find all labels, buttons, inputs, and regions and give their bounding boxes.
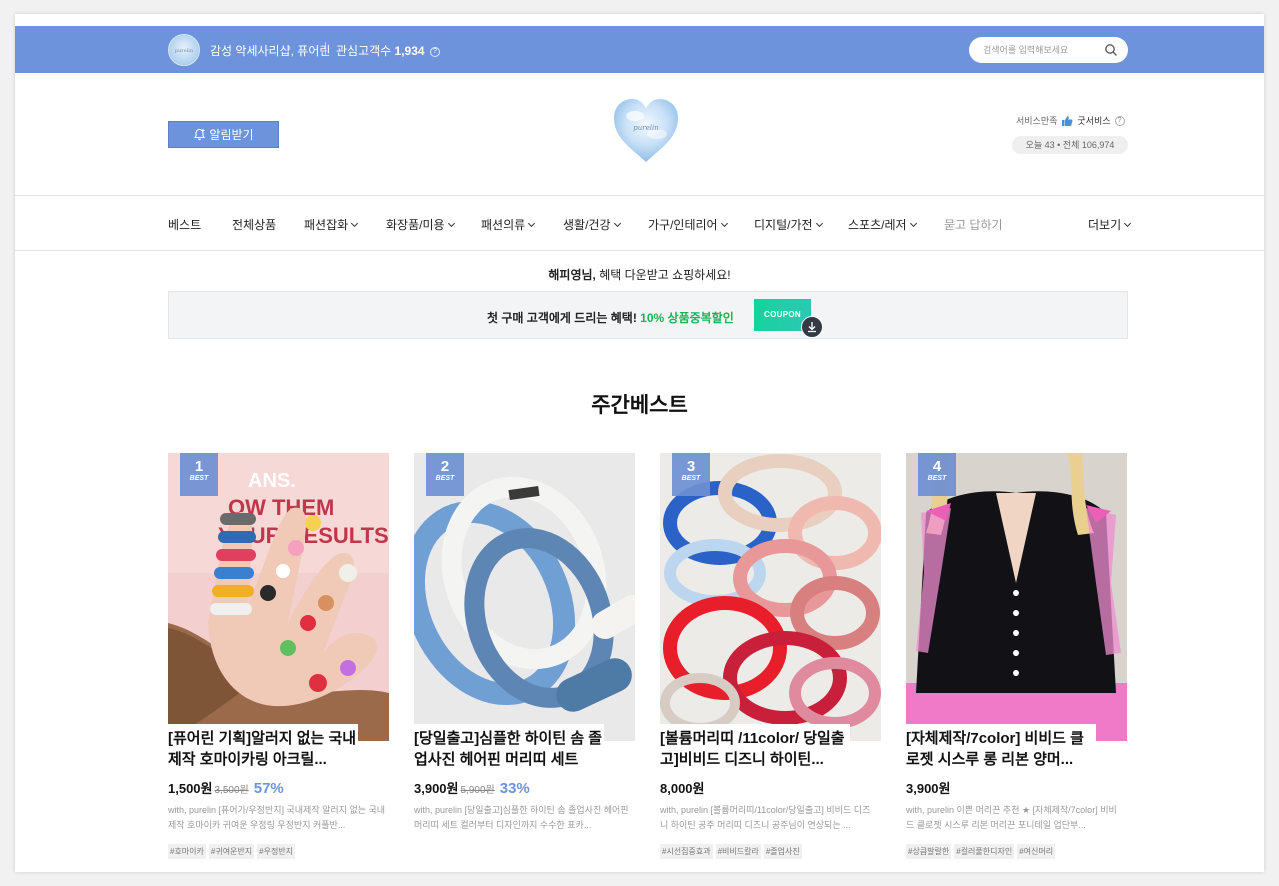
nav-item-beauty[interactable]: 화장품/미용 — [386, 216, 455, 233]
search-icon[interactable] — [1104, 43, 1118, 57]
product-tags: #호마이카 #귀여운반지 #우정반지 — [168, 844, 296, 859]
product-title[interactable]: [퓨어린 기획]알러지 없는 국내제작 호마이카링 아크릴... — [168, 724, 358, 774]
service-label: 서비스만족 — [1016, 116, 1058, 126]
tag[interactable]: #비비드칼라 — [715, 844, 761, 859]
nav-item-qna[interactable]: 묻고 답하기 — [944, 216, 1003, 233]
product-title[interactable]: [볼륨머리띠 /11color/ 당일출고]비비드 디즈니 하이틴... — [660, 724, 850, 774]
help-icon[interactable]: ? — [429, 46, 440, 57]
visitors-count: 1,934 — [394, 44, 425, 58]
product-description: with, purelin [퓨어가/우정반지] 국내제작 알러지 없는 국내제… — [168, 805, 386, 830]
original-price: 3,500원 — [214, 785, 249, 796]
chevron-down-icon — [528, 219, 536, 228]
notify-button[interactable]: 알림받기 — [168, 121, 279, 148]
original-price: 5,900원 — [460, 785, 495, 796]
service-value: 굿서비스 — [1077, 116, 1111, 126]
svg-text:ANS.: ANS. — [248, 470, 296, 492]
header-divider — [325, 42, 326, 55]
nav-item-all[interactable]: 전체상품 — [232, 216, 276, 233]
download-icon[interactable] — [801, 316, 823, 338]
search-input[interactable] — [983, 43, 1103, 57]
product-description: with, purelin [당일출고]심플한 하이틴 솜 졸업사진 헤어핀 머… — [414, 805, 629, 830]
visit-counter: 오늘 43 • 전체 106,974 — [1012, 136, 1128, 154]
nav-item-living[interactable]: 생활/건강 — [563, 216, 621, 233]
tag[interactable]: #호마이카 — [168, 844, 206, 859]
top-strip — [15, 14, 1264, 26]
rank-badge: 1 BEST — [180, 453, 218, 496]
nav-item-clothing[interactable]: 패션의류 — [481, 216, 536, 233]
product-card[interactable]: 3 BEST [볼륨머리띠 /11color/ 당일출고]비비드 디즈니 하이틴.… — [660, 453, 881, 859]
avatar-text: purelin — [174, 48, 194, 54]
coupon-button[interactable]: COUPON — [754, 299, 823, 338]
product-price: 1,500원 3,500원 57% — [168, 780, 284, 797]
chevron-down-icon — [613, 219, 621, 228]
product-title[interactable]: [당일출고]심플한 하이틴 솜 졸업사진 헤어핀 머리띠 세트 — [414, 724, 604, 774]
category-nav: 베스트 전체상품 패션잡화 화장품/미용 패션의류 생활/건강 가구/인테리어 … — [15, 195, 1264, 251]
tag[interactable]: #졸업사진 — [763, 844, 802, 859]
product-card[interactable]: 4 BEST [자체제작/7color] 비비드 클로젯 시스루 롱 리본 양머.… — [906, 453, 1127, 859]
thumbs-up-icon — [1062, 115, 1073, 126]
product-tags: #상큼발랄한 #컬러풀한디자인 #여신머리 — [906, 844, 1056, 859]
nav-item-best[interactable]: 베스트 — [168, 216, 201, 233]
page-frame: purelin 감성 악세사리샵, 퓨어린 관심고객수 1,934 ? 알림받기… — [15, 14, 1264, 872]
tag[interactable]: #상큼발랄한 — [906, 844, 952, 859]
user-name: 해피영님, — [548, 268, 596, 282]
chevron-down-icon — [447, 219, 455, 228]
product-title[interactable]: [자체제작/7color] 비비드 클로젯 시스루 롱 리본 양머... — [906, 724, 1096, 774]
product-tags: #시선집중효과 #비비드칼라 #졸업사진 — [660, 844, 802, 859]
product-description: with, purelin 이쁜 머리끈 추천 ★ [자체제작/7color] … — [906, 805, 1117, 830]
greeting: 해피영님, 혜택 다운받고 쇼핑하세요! — [15, 266, 1264, 283]
bell-plus-icon — [194, 128, 206, 140]
service-satisfaction: 서비스만족 굿서비스 ? — [1016, 114, 1125, 127]
chevron-down-icon — [1124, 219, 1132, 228]
tag[interactable]: #시선집중효과 — [660, 844, 713, 859]
notify-label: 알림받기 — [209, 128, 254, 142]
product-card[interactable]: ANS. OW THEM YOUR RESULTS. — [168, 453, 389, 859]
section-title: 주간베스트 — [591, 394, 688, 417]
shop-name[interactable]: 감성 악세사리샵, 퓨어린 — [210, 42, 330, 59]
logo-text: purelin — [633, 124, 659, 132]
tag[interactable]: #여신머리 — [1017, 844, 1056, 859]
chevron-down-icon — [351, 219, 359, 228]
nav-item-digital[interactable]: 디지털/가전 — [754, 216, 823, 233]
product-price: 3,900원 — [906, 781, 951, 796]
rank-badge: 2 BEST — [426, 453, 464, 496]
greeting-text: 혜택 다운받고 쇼핑하세요! — [595, 268, 731, 282]
first-purchase-banner: 첫 구매 고객에게 드리는 혜택! 10% 상품중복할인 COUPON — [168, 291, 1128, 339]
discount-rate: 57% — [253, 780, 284, 797]
banner-highlight: 10% 상품중복할인 — [640, 311, 734, 325]
product-price: 8,000원 — [660, 781, 705, 796]
product-image[interactable]: 4 BEST — [906, 453, 1127, 741]
product-image[interactable]: ANS. OW THEM YOUR RESULTS. — [168, 453, 389, 741]
interest-customers: 관심고객수 1,934 ? — [336, 42, 440, 59]
help-icon[interactable]: ? — [1114, 115, 1125, 126]
nav-item-sports[interactable]: 스포츠/레저 — [848, 216, 917, 233]
product-card[interactable]: 2 BEST [당일출고]심플한 하이틴 솜 졸업사진 헤어핀 머리띠 세트 3,… — [414, 453, 635, 830]
nav-item-fashion-goods[interactable]: 패션잡화 — [304, 216, 359, 233]
store-avatar[interactable]: purelin — [168, 34, 200, 66]
tag[interactable]: #귀여운반지 — [208, 844, 255, 859]
rank-badge: 4 BEST — [918, 453, 956, 496]
coupon-label: COUPON — [764, 310, 801, 319]
search-box[interactable] — [969, 37, 1128, 63]
chevron-down-icon — [720, 219, 728, 228]
rank-badge: 3 BEST — [672, 453, 710, 496]
chevron-down-icon — [815, 219, 823, 228]
nav-item-furniture[interactable]: 가구/인테리어 — [648, 216, 728, 233]
product-price: 3,900원 5,900원 33% — [414, 780, 530, 797]
chevron-down-icon — [909, 219, 917, 228]
store-logo[interactable]: purelin — [611, 96, 681, 166]
product-description: with, purelin [볼륨머리띠/11color/당일출고] 비비드 디… — [660, 805, 871, 830]
visitors-label: 관심고객수 — [336, 44, 392, 58]
discount-rate: 33% — [499, 780, 530, 797]
banner-text: 첫 구매 고객에게 드리는 혜택! 10% 상품중복할인 — [487, 311, 734, 325]
product-image[interactable]: 3 BEST — [660, 453, 881, 741]
nav-item-more[interactable]: 더보기 — [1088, 216, 1132, 233]
store-header-bar: purelin 감성 악세사리샵, 퓨어린 관심고객수 1,934 ? — [15, 26, 1264, 73]
tag[interactable]: #우정반지 — [257, 844, 296, 859]
product-image[interactable]: 2 BEST — [414, 453, 635, 741]
tag[interactable]: #컬러풀한디자인 — [954, 844, 1015, 859]
